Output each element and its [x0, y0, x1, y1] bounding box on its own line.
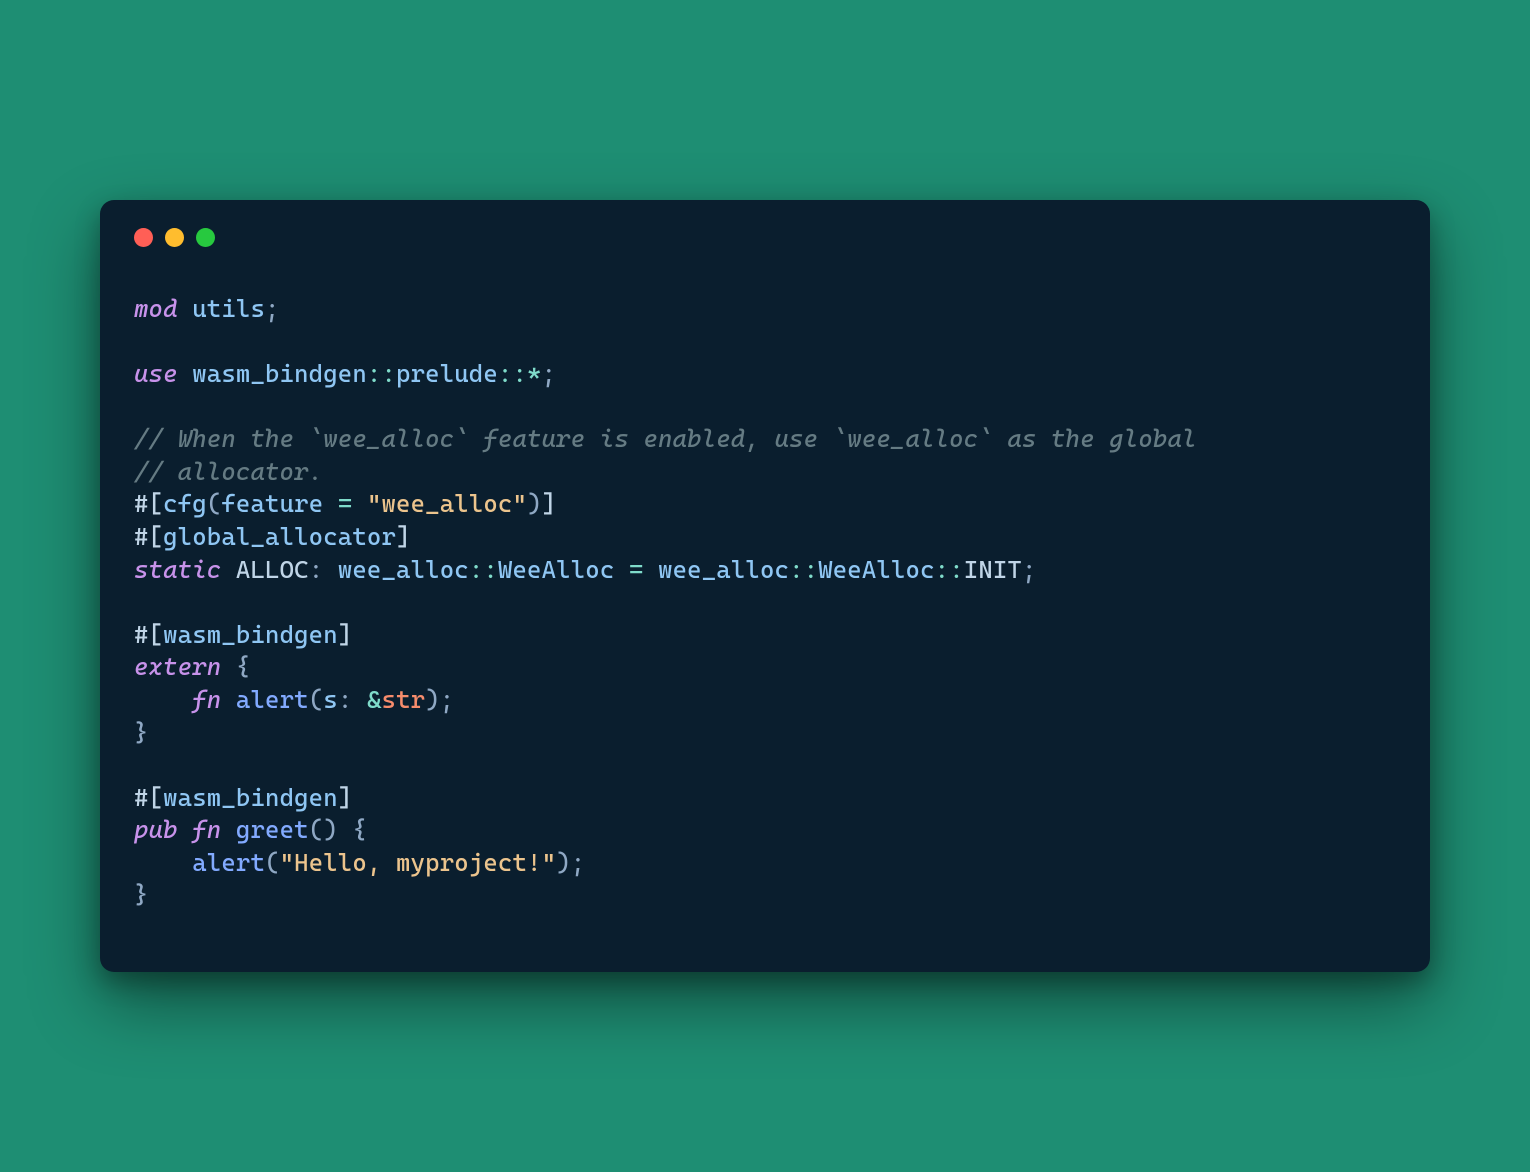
path-prelude: prelude: [396, 359, 498, 388]
maximize-icon[interactable]: [196, 228, 215, 247]
semicolon: ;: [1022, 555, 1037, 584]
attribute-open: #[: [134, 489, 163, 518]
brace-open: {: [221, 652, 250, 681]
attribute-open: #[: [134, 522, 163, 551]
keyword-use: use: [134, 359, 178, 388]
code-block: mod utils; use wasm_bindgen::prelude::*;…: [134, 293, 1396, 912]
ident-utils: utils: [178, 294, 265, 323]
ampersand: &: [367, 685, 382, 714]
equals: =: [338, 489, 367, 518]
comment-line: // allocator.: [134, 457, 323, 486]
window-titlebar: [134, 228, 1396, 247]
code-window: mod utils; use wasm_bindgen::prelude::*;…: [100, 200, 1430, 972]
indent: [134, 685, 192, 714]
paren-close: ): [556, 848, 571, 877]
attribute-close: ]: [338, 620, 353, 649]
close-icon[interactable]: [134, 228, 153, 247]
fn-call-alert: alert: [192, 848, 265, 877]
paren-open: (: [207, 489, 222, 518]
param-s: s: [323, 685, 338, 714]
path-separator: ::: [498, 359, 527, 388]
path-separator: ::: [789, 555, 818, 584]
keyword-mod: mod: [134, 294, 178, 323]
attribute-open: #[: [134, 783, 163, 812]
paren-open: (: [265, 848, 280, 877]
semicolon: ;: [265, 294, 280, 323]
keyword-pub: pub: [134, 815, 178, 844]
brace-open: {: [338, 815, 367, 844]
keyword-fn: fn: [192, 685, 221, 714]
cfg: cfg: [163, 489, 207, 518]
path-wee-alloc: wee_alloc: [658, 555, 789, 584]
path-separator: ::: [367, 359, 396, 388]
attribute-close: ]: [338, 783, 353, 812]
paren-close: ): [527, 489, 542, 518]
parens: (): [309, 815, 338, 844]
brace-close: }: [134, 718, 149, 747]
paren-open: (: [309, 685, 324, 714]
type-str: str: [382, 685, 426, 714]
attribute-close: ]: [396, 522, 411, 551]
path-wasm-bindgen: wasm_bindgen: [178, 359, 367, 388]
feature: feature: [221, 489, 337, 518]
semicolon: ;: [571, 848, 586, 877]
global-allocator: global_allocator: [163, 522, 396, 551]
type-weealloc: WeeAlloc: [818, 555, 934, 584]
minimize-icon[interactable]: [165, 228, 184, 247]
path-wee-alloc: wee_alloc: [338, 555, 469, 584]
const-init: INIT: [964, 555, 1022, 584]
keyword-fn: fn: [192, 815, 221, 844]
colon: :: [338, 685, 367, 714]
fn-alert: alert: [221, 685, 308, 714]
attribute-open: #[: [134, 620, 163, 649]
attribute-close: ]: [542, 489, 557, 518]
type-weealloc: WeeAlloc: [498, 555, 614, 584]
colon: :: [309, 555, 338, 584]
keyword-extern: extern: [134, 652, 221, 681]
const-alloc: ALLOC: [221, 555, 308, 584]
semicolon: ;: [440, 685, 455, 714]
wasm-bindgen: wasm_bindgen: [163, 783, 338, 812]
string-literal: "wee_alloc": [367, 489, 527, 518]
equals: =: [614, 555, 658, 584]
keyword-static: static: [134, 555, 221, 584]
semicolon: ;: [542, 359, 557, 388]
fn-greet: greet: [221, 815, 308, 844]
path-separator: ::: [469, 555, 498, 584]
brace-close: }: [134, 880, 149, 909]
indent: [134, 848, 192, 877]
paren-close: ): [425, 685, 440, 714]
space: [178, 815, 193, 844]
comment-line: // When the `wee_alloc` feature is enabl…: [134, 424, 1197, 453]
path-separator: ::: [935, 555, 964, 584]
glob-star: *: [527, 359, 542, 388]
wasm-bindgen: wasm_bindgen: [163, 620, 338, 649]
string-literal: "Hello, myproject!": [280, 848, 557, 877]
